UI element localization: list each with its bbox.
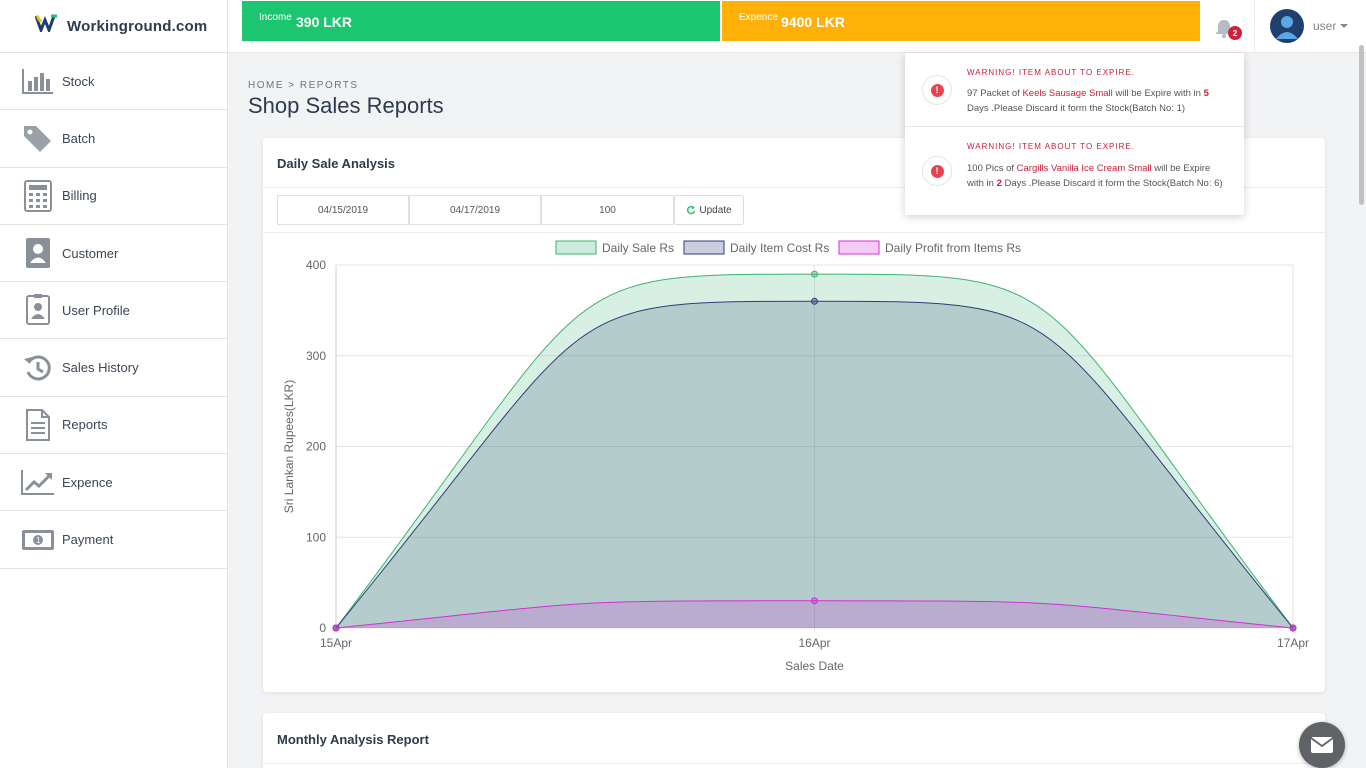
divider: [263, 763, 1325, 764]
expence-summary: Expence 9400 LKR: [722, 1, 1200, 41]
data-point: [332, 624, 340, 632]
notification-text: 100 Pics of Cargills Vanilla Ice Cream S…: [967, 163, 1223, 189]
notification-title: WARNING! ITEM ABOUT TO EXPIRE.: [967, 68, 1135, 77]
card-title: Monthly Analysis Report: [277, 732, 429, 747]
svg-text:1: 1: [36, 536, 41, 545]
sidebar-item-label: Reports: [62, 417, 108, 433]
warning-icon: !: [922, 75, 952, 105]
income-label: Income: [259, 12, 292, 23]
line-chart-icon: [20, 466, 56, 498]
card-title: Daily Sale Analysis: [277, 156, 396, 171]
history-icon: [20, 352, 56, 384]
income-summary: Income 390 LKR: [242, 1, 720, 41]
money-icon: 1: [20, 524, 56, 556]
data-point: [811, 297, 818, 305]
notification-text: 97 Packet of Keels Sausage Small will be…: [967, 88, 1209, 114]
sidebar-item-expence[interactable]: Expence: [0, 454, 227, 512]
data-point: [811, 270, 818, 278]
topbar: Income 390 LKR Expence 9400 LKR 2 user: [228, 0, 1366, 53]
mail-icon: [1310, 737, 1334, 753]
bar-chart-icon: [20, 65, 56, 97]
expence-label: Expence: [739, 12, 778, 23]
y-tick-label: 100: [306, 530, 326, 544]
sidebar: Workinground.com Stock Batch Billing Cus…: [0, 0, 228, 768]
user-avatar-icon: [1276, 16, 1298, 39]
notification-item[interactable]: ! WARNING! ITEM ABOUT TO EXPIRE. 100 Pic…: [905, 127, 1244, 215]
x-tick-label: 16Apr: [798, 636, 830, 650]
data-point: [811, 597, 818, 605]
calculator-icon: [20, 179, 56, 212]
notification-badge: 2: [1228, 26, 1242, 40]
legend-label: Daily Item Cost Rs: [730, 241, 829, 255]
sidebar-item-reports[interactable]: Reports: [0, 397, 227, 455]
update-label: Update: [699, 204, 732, 216]
series-area: [336, 301, 1293, 628]
legend-swatch: [555, 240, 597, 255]
sidebar-item-label: Stock: [62, 73, 95, 89]
data-point: [1289, 624, 1297, 632]
y-tick-label: 200: [306, 440, 326, 454]
sidebar-item-label: Payment: [62, 532, 114, 548]
user-menu-label[interactable]: user: [1313, 19, 1336, 33]
page-title: Shop Sales Reports: [248, 93, 444, 118]
expence-value: 9400 LKR: [781, 14, 845, 30]
legend-label: Daily Profit from Items Rs: [885, 241, 1021, 255]
avatar[interactable]: [1270, 9, 1304, 43]
notification-title: WARNING! ITEM ABOUT TO EXPIRE.: [967, 142, 1135, 151]
x-tick-label: 17Apr: [1277, 636, 1309, 650]
document-icon: [20, 408, 56, 441]
x-tick-label: 15Apr: [320, 636, 352, 650]
update-button[interactable]: Update: [674, 195, 744, 225]
scrollbar[interactable]: [1359, 45, 1364, 205]
legend-label: Daily Sale Rs: [602, 241, 674, 255]
y-axis-label: Sri Lankan Rupees(LKR): [282, 380, 296, 513]
legend-swatch: [838, 240, 880, 255]
refresh-icon: [687, 205, 696, 215]
notifications-dropdown: ! WARNING! ITEM ABOUT TO EXPIRE. 97 Pack…: [905, 53, 1244, 215]
y-tick-label: 400: [306, 258, 326, 272]
sidebar-item-billing[interactable]: Billing: [0, 168, 227, 225]
sidebar-item-payment[interactable]: 1 Payment: [0, 511, 227, 569]
limit-input[interactable]: [541, 195, 674, 225]
sidebar-item-stock[interactable]: Stock: [0, 53, 227, 111]
contact-card-icon: [20, 237, 56, 269]
notification-item[interactable]: ! WARNING! ITEM ABOUT TO EXPIRE. 97 Pack…: [905, 53, 1244, 126]
sidebar-item-customer[interactable]: Customer: [0, 225, 227, 283]
tags-icon: [20, 122, 56, 154]
divider: [1254, 0, 1255, 53]
sidebar-item-label: Customer: [62, 245, 119, 261]
brand-logo-icon: [35, 14, 57, 32]
sidebar-item-label: Sales History: [62, 360, 139, 376]
breadcrumb: HOME > REPORTS: [248, 80, 359, 91]
income-value: 390 LKR: [296, 14, 353, 30]
sidebar-item-sales-history[interactable]: Sales History: [0, 339, 227, 397]
date-to-input[interactable]: [409, 195, 541, 225]
warning-icon: !: [922, 156, 952, 186]
sidebar-item-user-profile[interactable]: User Profile: [0, 282, 227, 340]
daily-sale-chart: 0 100 200 300 400 15Apr 16Apr 17Apr Sales Date Sr…: [282, 240, 1309, 673]
date-from-input[interactable]: [277, 195, 409, 225]
legend-swatch: [683, 240, 725, 255]
sidebar-item-batch[interactable]: Batch: [0, 110, 227, 168]
sidebar-item-label: Batch: [62, 130, 96, 146]
mail-button[interactable]: [1299, 722, 1345, 768]
y-tick-label: 0: [319, 621, 326, 635]
caret-down-icon[interactable]: [1340, 24, 1348, 28]
monthly-analysis-card: Monthly Analysis Report: [263, 713, 1325, 768]
y-tick-label: 300: [306, 349, 326, 363]
x-axis-label: Sales Date: [785, 659, 844, 673]
sidebar-item-label: User Profile: [62, 302, 130, 318]
brand-name: Workinground.com: [67, 17, 208, 35]
sidebar-item-label: Expence: [62, 474, 113, 490]
brand[interactable]: Workinground.com: [0, 0, 227, 53]
sidebar-item-label: Billing: [62, 188, 97, 204]
id-badge-icon: [20, 294, 56, 326]
